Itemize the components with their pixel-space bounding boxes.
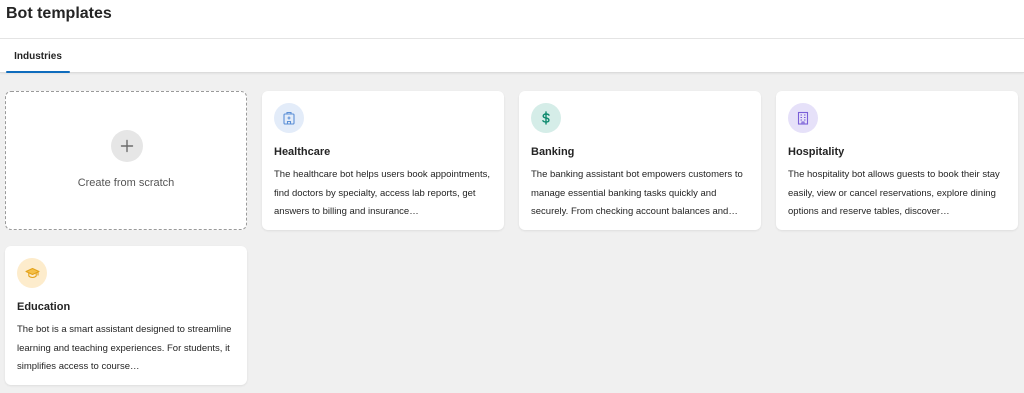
hospital-icon [274,103,304,133]
graduation-cap-icon [17,258,47,288]
tab-bar: Industries [0,39,1024,73]
tab-label: Industries [14,50,62,62]
template-card-healthcare[interactable]: Healthcare The healthcare bot helps user… [262,91,504,230]
template-description: The hospitality bot allows guests to boo… [788,169,1000,217]
template-card-banking[interactable]: Banking The banking assistant bot empowe… [519,91,761,230]
template-title: Banking [531,146,575,158]
template-title: Healthcare [274,146,331,158]
template-card-hospitality[interactable]: Hospitality The hospitality bot allows g… [776,91,1018,230]
create-from-scratch-label: Create from scratch [77,177,175,189]
template-description: The healthcare bot helps users book appo… [274,169,490,217]
tab-industries[interactable]: Industries [6,39,70,73]
plus-icon [111,130,143,162]
active-tab-indicator [6,71,70,73]
dollar-icon [531,103,561,133]
template-title: Education [17,301,71,313]
template-title: Hospitality [788,146,845,158]
template-description: The banking assistant bot empowers custo… [531,169,743,217]
page-header: Bot templates [0,0,1024,39]
template-description: The bot is a smart assistant designed to… [17,324,232,372]
page-title: Bot templates [6,5,112,22]
building-icon [788,103,818,133]
create-from-scratch-card[interactable]: Create from scratch [5,91,247,230]
template-card-education[interactable]: Education The bot is a smart assistant d… [5,246,247,385]
